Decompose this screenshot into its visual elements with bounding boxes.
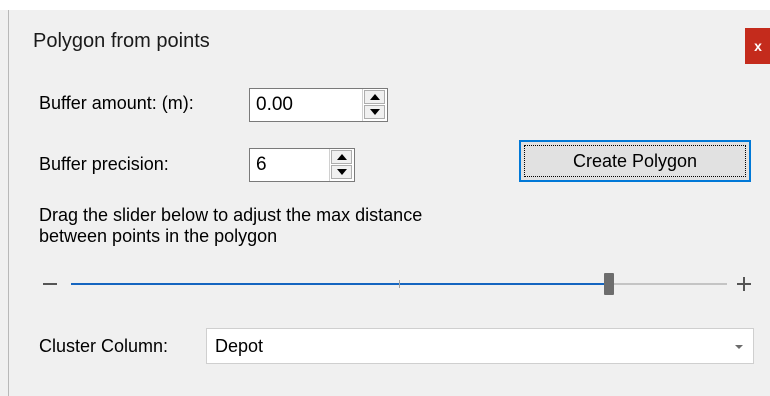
buffer-precision-arrows [329, 149, 354, 181]
buffer-precision-label: Buffer precision: [39, 154, 169, 174]
spin-down-icon [369, 109, 380, 115]
plus-icon-bar-v [743, 277, 745, 291]
slider-track-filled [71, 283, 609, 285]
buffer-amount-spinner [249, 88, 388, 122]
close-icon: x [754, 38, 762, 54]
slider-description-line-2: between points in the polygon [39, 226, 278, 246]
buffer-precision-up-button[interactable] [331, 150, 352, 164]
slider-description: Drag the slider below to adjust the max … [39, 205, 422, 247]
cluster-column-label: Cluster Column: [39, 336, 169, 356]
spin-up-icon [336, 154, 347, 160]
slider-thumb[interactable] [603, 273, 614, 295]
cluster-column-value: Depot [215, 336, 264, 356]
slider-tick [399, 280, 400, 288]
buffer-amount-label: Buffer amount: (m): [39, 93, 194, 113]
slider-description-line-1: Drag the slider below to adjust the max … [39, 205, 423, 225]
spin-down-icon [336, 169, 347, 175]
buffer-precision-spinner [249, 148, 355, 182]
create-polygon-button[interactable]: Create Polygon [519, 140, 751, 182]
buffer-amount-down-button[interactable] [364, 105, 385, 119]
dialog-title: Polygon from points [33, 30, 210, 52]
background-window-strip [0, 0, 770, 10]
slider-track-remaining [608, 283, 727, 285]
buffer-amount-arrows [362, 89, 387, 121]
buffer-precision-input[interactable] [250, 149, 331, 181]
buffer-precision-down-button[interactable] [331, 165, 352, 179]
chevron-down-icon [735, 345, 743, 349]
polygon-dialog: Polygon from points x Buffer amount: (m)… [8, 10, 770, 396]
close-button[interactable]: x [745, 28, 770, 64]
buffer-amount-up-button[interactable] [364, 90, 385, 104]
max-distance-slider[interactable] [39, 272, 759, 296]
cluster-column-dropdown[interactable]: Depot [206, 328, 754, 364]
spin-up-icon [369, 94, 380, 100]
minus-icon [43, 283, 57, 285]
buffer-amount-input[interactable] [250, 89, 364, 121]
create-polygon-label: Create Polygon [572, 150, 698, 171]
title-bar: Polygon from points x [9, 10, 770, 74]
